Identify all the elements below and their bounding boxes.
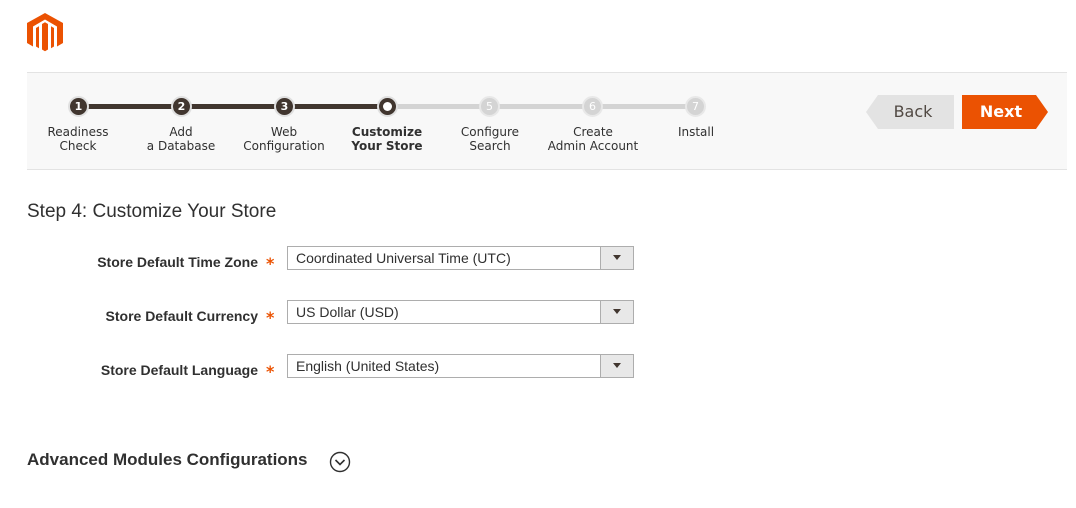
back-button[interactable]: Back [866, 95, 954, 129]
required-asterisk: * [266, 362, 275, 381]
timezone-select[interactable]: Coordinated Universal Time (UTC) [287, 246, 634, 270]
dropdown-arrow-icon[interactable] [600, 301, 633, 323]
advanced-modules-toggle[interactable]: Advanced Modules Configurations [27, 450, 308, 470]
step-2-indicator: 2 [171, 96, 192, 117]
timezone-select-value: Coordinated Universal Time (UTC) [296, 250, 511, 266]
step-3-label: Web Configuration [243, 125, 325, 153]
timezone-label: Store Default Time Zone [97, 254, 258, 270]
step-1-indicator: 1 [68, 96, 89, 117]
currency-label: Store Default Currency [105, 308, 258, 324]
step-2-label: Add a Database [146, 125, 216, 153]
language-label: Store Default Language [100, 362, 258, 378]
chevron-down-circle-icon[interactable] [329, 451, 351, 473]
required-asterisk: * [266, 254, 275, 273]
step-4-indicator-current [377, 96, 398, 117]
page-title: Step 4: Customize Your Store [27, 201, 277, 222]
next-button[interactable]: Next [962, 95, 1048, 129]
step-6-label: Create Admin Account [547, 125, 639, 153]
step-4-label: Customize Your Store [351, 125, 423, 153]
language-select-value: English (United States) [296, 358, 440, 374]
progress-track-remaining [388, 104, 696, 109]
language-select[interactable]: English (United States) [287, 354, 634, 378]
progress-track-completed [78, 104, 388, 109]
currency-select-value: US Dollar (USD) [296, 304, 399, 320]
step-3-indicator: 3 [274, 96, 295, 117]
step-5-indicator: 5 [479, 96, 500, 117]
step-7-indicator: 7 [685, 96, 706, 117]
required-asterisk: * [266, 308, 275, 327]
step-1-label: Readiness Check [47, 125, 109, 153]
magento-logo-icon [27, 13, 63, 52]
dropdown-arrow-icon[interactable] [600, 355, 633, 377]
dropdown-arrow-icon[interactable] [600, 247, 633, 269]
step-5-label: Configure Search [460, 125, 520, 153]
step-7-label: Install [677, 125, 715, 139]
step-6-indicator: 6 [582, 96, 603, 117]
currency-select[interactable]: US Dollar (USD) [287, 300, 634, 324]
